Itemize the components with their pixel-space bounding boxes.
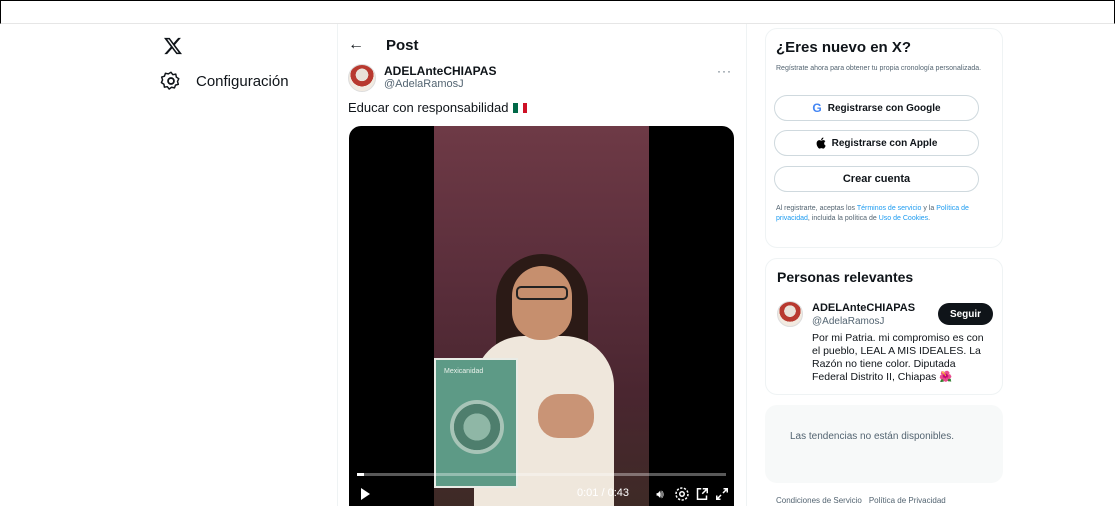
terms-link[interactable]: Términos de servicio (857, 205, 922, 212)
legal-end: . (928, 215, 931, 222)
relevant-title: Personas relevantes (777, 269, 914, 285)
browser-frame-top (0, 0, 1115, 24)
nav-settings-link[interactable]: Configuración (160, 70, 289, 92)
apple-icon (816, 137, 826, 149)
signup-card: ¿Eres nuevo en X? Regístrate ahora para … (765, 28, 1003, 248)
video-settings-icon[interactable] (673, 485, 691, 503)
play-icon[interactable] (361, 488, 370, 500)
video-progress-fill (357, 473, 365, 476)
follow-button[interactable]: Seguir (938, 303, 993, 325)
relevant-avatar[interactable] (777, 301, 803, 327)
back-arrow-icon[interactable]: ← (348, 36, 364, 54)
author-name[interactable]: ADELAnteCHIAPAS (384, 65, 496, 78)
avatar[interactable] (348, 64, 376, 92)
x-logo-icon[interactable] (163, 36, 183, 56)
pip-icon[interactable] (693, 485, 711, 503)
footer-privacy-link[interactable]: Política de Privacidad (869, 496, 946, 505)
author-handle[interactable]: @AdelaRamosJ (384, 78, 496, 91)
post-header: ← Post (348, 36, 419, 54)
signup-subtitle: Regístrate ahora para obtener tu propia … (776, 65, 982, 72)
apple-signup-button[interactable]: Registrarse con Apple (774, 130, 979, 156)
post-text-content: Educar con responsabilidad (348, 100, 509, 115)
video-book: Mexicanidad (434, 358, 518, 488)
video-player[interactable]: Mexicanidad 0:01 / 0:43 🔊︎ (349, 126, 734, 506)
post-author[interactable]: ADELAnteCHIAPAS @AdelaRamosJ (348, 64, 496, 92)
fullscreen-icon[interactable] (713, 485, 731, 503)
video-person-face (512, 266, 572, 340)
video-time: 0:01 / 0:43 (577, 487, 629, 499)
gear-icon (160, 71, 180, 90)
relevant-handle[interactable]: @AdelaRamosJ (812, 316, 884, 327)
trends-card: Las tendencias no están disponibles. (765, 405, 1003, 483)
google-icon: G (812, 101, 822, 115)
signup-title: ¿Eres nuevo en X? (776, 39, 912, 56)
trends-unavailable-message: Las tendencias no están disponibles. (790, 431, 955, 442)
google-signup-button[interactable]: G Registrarse con Google (774, 95, 979, 121)
create-account-button[interactable]: Crear cuenta (774, 166, 979, 192)
book-label: Mexicanidad (444, 368, 484, 375)
footer-terms-link[interactable]: Condiciones de Servicio (776, 496, 862, 505)
video-frame: Mexicanidad (434, 126, 649, 506)
video-person-glasses (516, 286, 568, 300)
volume-icon[interactable]: 🔊︎ (651, 485, 669, 503)
google-signup-label: Registrarse con Google (827, 102, 941, 114)
post-text: Educar con responsabilidad (348, 100, 528, 115)
mexico-flag-icon (513, 102, 528, 113)
create-account-label: Crear cuenta (842, 173, 911, 185)
video-controls: 0:01 / 0:43 🔊︎ (349, 482, 734, 506)
book-seal (450, 400, 504, 454)
more-options-icon[interactable]: ··· (717, 64, 732, 78)
video-progress-bar[interactable] (357, 473, 726, 476)
legal-and: y la (921, 205, 937, 212)
relevant-bio: Por mi Patria. mi compromiso es con el p… (812, 332, 984, 383)
apple-signup-label: Registrarse con Apple (831, 137, 938, 149)
post-column: ← Post ADELAnteCHIAPAS @AdelaRamosJ ··· … (337, 24, 747, 506)
signup-legal-text: Al registrarte, aceptas los Términos de … (776, 204, 996, 224)
video-person-hands (538, 394, 594, 438)
page-title: Post (386, 36, 419, 54)
relevant-people-card: Personas relevantes ADELAnteCHIAPAS @Ade… (765, 258, 1003, 395)
legal-including: , incluida la política de (807, 215, 879, 222)
footer-links: Condiciones de Servicio Política de Priv… (776, 496, 946, 505)
legal-prefix: Al registrarte, aceptas los (776, 205, 857, 212)
relevant-name[interactable]: ADELAnteCHIAPAS (812, 302, 915, 314)
cookies-link[interactable]: Uso de Cookies (879, 215, 928, 222)
settings-label: Configuración (196, 72, 289, 90)
